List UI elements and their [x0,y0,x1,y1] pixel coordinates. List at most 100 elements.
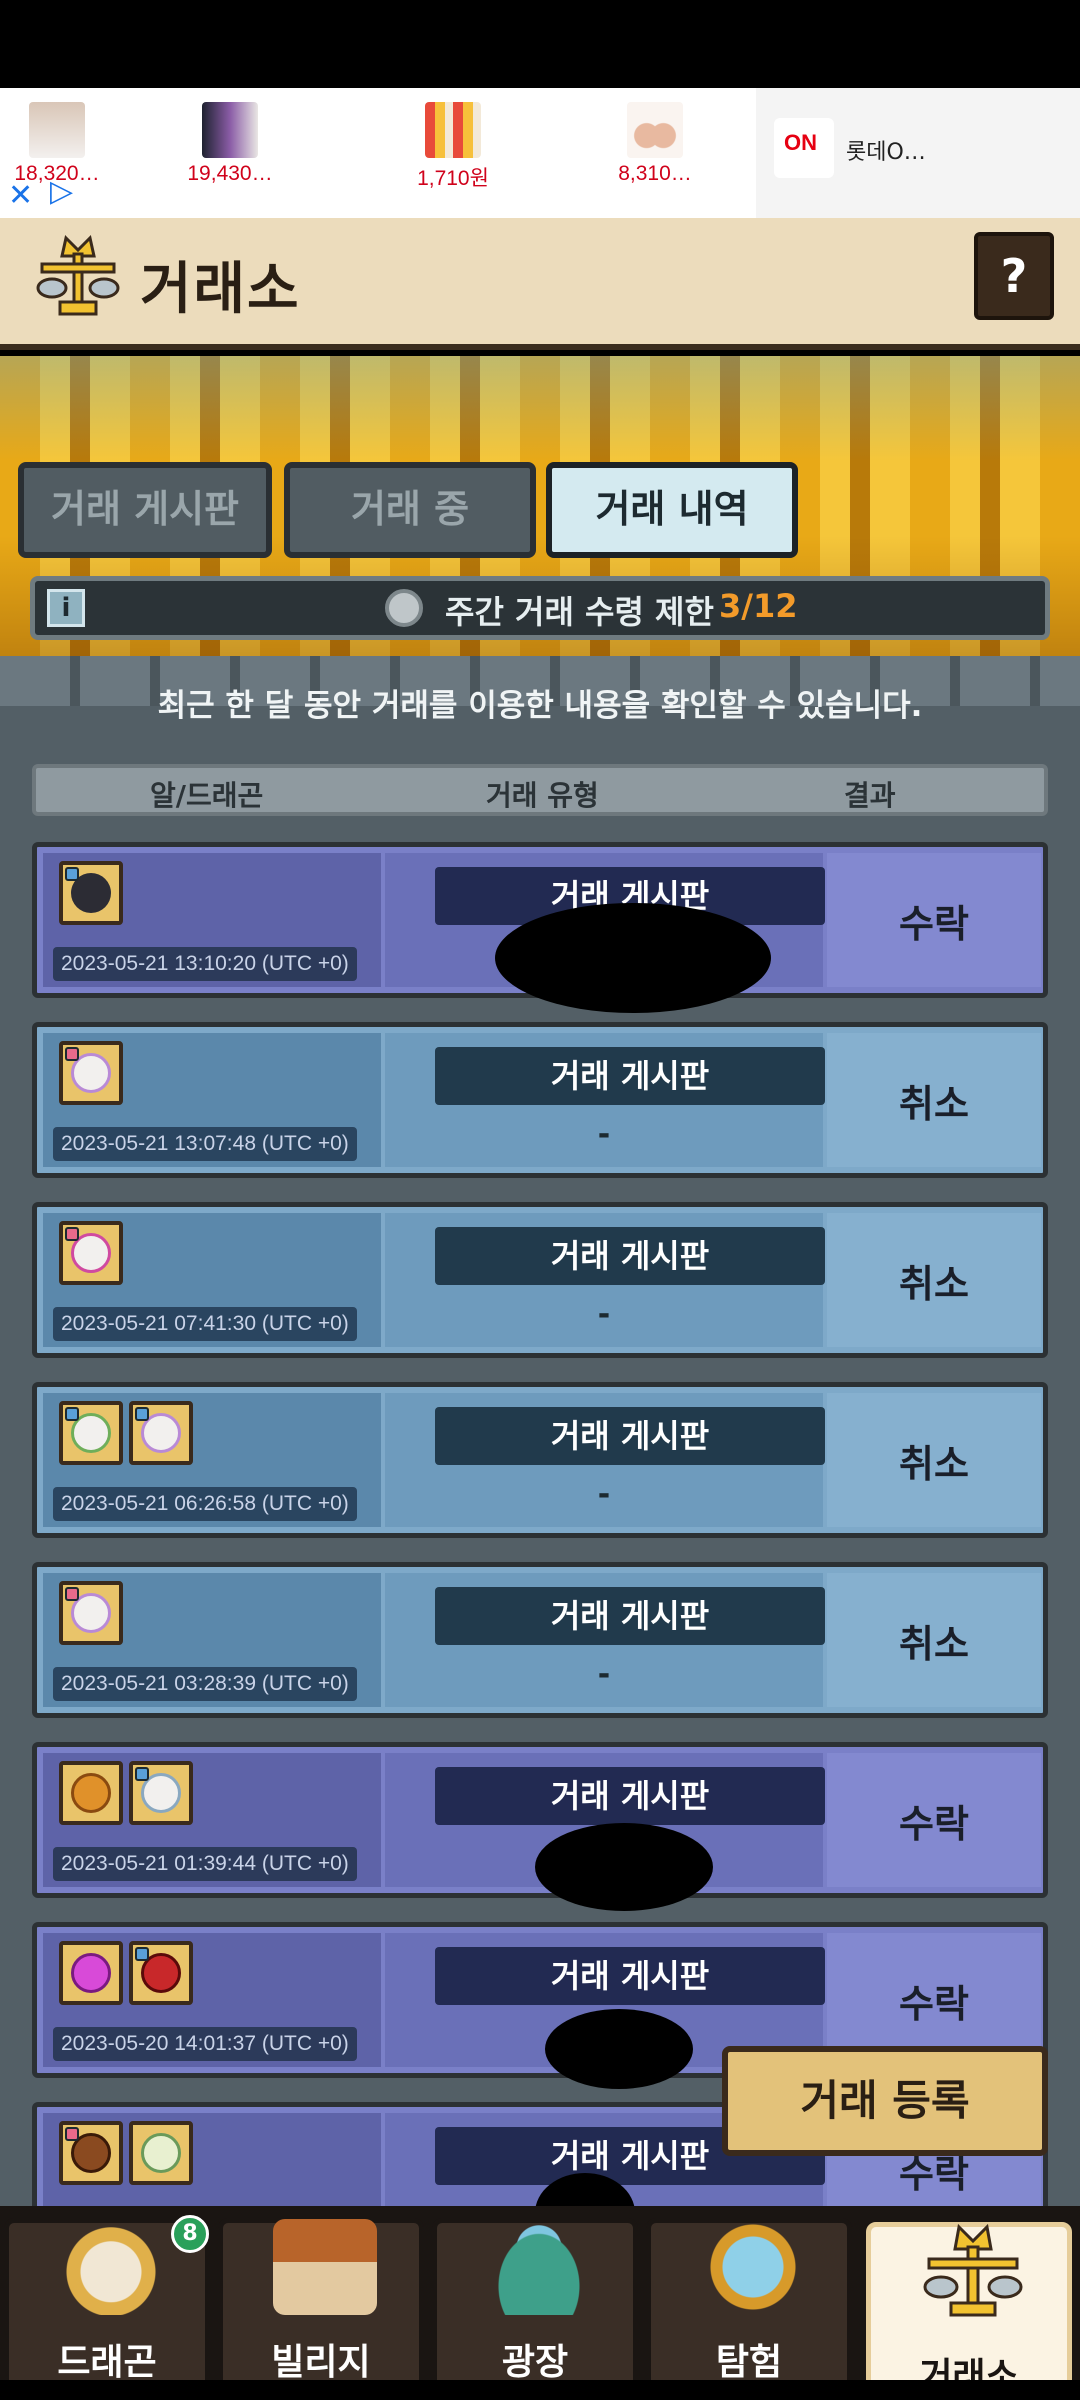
row-type-cell: 거래 게시판 [385,853,825,1013]
trade-detail: - [597,1477,611,1512]
ad-price: 1,710원 [417,167,489,190]
dragon-item-icon[interactable] [129,1941,193,2005]
brand-name: 롯데O… [846,140,926,165]
page-title: 거래소 [140,257,301,322]
nav-exchange[interactable]: 거래소 [866,2222,1072,2400]
row-type-cell: 거래 게시판 - [385,1393,825,1527]
nav-village[interactable]: 빌리지 [218,2218,424,2400]
nav-dragon[interactable]: 8 드래곤 [4,2215,210,2400]
row-items: 2023-05-20 14:01:37 (UTC +0) [43,1933,381,2067]
row-result-cell: 취소 [827,1573,1041,1707]
compass-icon [701,2219,805,2315]
info-icon[interactable]: i [47,589,85,627]
column-result: 결과 [844,779,896,812]
nav-label: 탐험 [715,2342,783,2383]
dragon-item-icon[interactable] [59,1401,123,1465]
table-row[interactable]: 2023-05-21 13:10:20 (UTC +0) 거래 게시판 수락 [32,842,1048,1013]
dragon-item-icon[interactable] [129,1401,193,1465]
trade-detail: - [597,1117,611,1152]
trade-type-badge: 거래 게시판 [435,1767,825,1825]
gear-icon [385,589,423,627]
coin-item-icon[interactable] [59,1761,123,1825]
scales-icon [36,235,120,316]
trade-result: 수락 [899,1982,969,2026]
table-row[interactable]: 2023-05-21 01:39:44 (UTC +0) 거래 게시판 수락 [32,1742,1048,1911]
trade-type-badge: 거래 게시판 [435,1947,825,2005]
tab-trade-board[interactable]: 거래 게시판 [18,462,272,558]
status-bar [0,0,1080,88]
trade-result: 수락 [899,1802,969,1846]
row-items: 2023-05-21 07:41:30 (UTC +0) [43,1213,381,1347]
row-type-cell: 거래 게시판 - [385,1213,825,1347]
redaction [545,2009,693,2089]
tab-trade-history[interactable]: 거래 내역 [546,462,798,558]
village-icon [273,2219,377,2315]
history-description: 최근 한 달 동안 거래를 이용한 내용을 확인할 수 있습니다. [157,688,923,724]
trade-type-badge: 거래 게시판 [435,1587,825,1645]
home-indicator [0,2380,1080,2400]
brand-logo-text: ON [784,130,817,155]
scales-icon [923,2223,1023,2317]
ad-choices-icon[interactable]: ▷ [50,174,73,209]
redaction [495,903,771,1013]
tab-trading[interactable]: 거래 중 [284,462,536,558]
ad-product-image [425,102,481,158]
weekly-limit-label: 주간 거래 수령 제한 [445,593,714,631]
ad-brand-panel[interactable]: ON 롯데O… [756,88,1080,218]
nav-plaza[interactable]: 광장 [432,2218,638,2400]
ad-price: 19,430… [187,162,273,185]
bottom-nav: 8 드래곤 빌리지 광장 탐험 거래소 [0,2206,1080,2400]
row-timestamp: 2023-05-21 13:10:20 (UTC +0) [53,947,357,981]
register-trade-button[interactable]: 거래 등록 [722,2046,1048,2156]
ad-product-3[interactable]: 1,710원 [378,102,528,192]
table-row[interactable]: 2023-05-21 13:07:48 (UTC +0) 거래 게시판 - 취소 [32,1022,1048,1178]
row-items: 2023-05-21 03:28:39 (UTC +0) [43,1573,381,1707]
row-type-cell: 거래 게시판 - [385,1573,825,1707]
row-timestamp: 2023-05-21 07:41:30 (UTC +0) [53,1307,357,1341]
weekly-limit-count: 3/12 [719,587,798,625]
ad-banner[interactable]: 18,320… 19,430… 1,710원 8,310… ✕ ▷ ON 롯데O… [0,88,1080,218]
dragon-item-icon[interactable] [129,1761,193,1825]
row-timestamp: 2023-05-21 01:39:44 (UTC +0) [53,1847,357,1881]
nav-explore[interactable]: 탐험 [646,2218,852,2400]
table-row[interactable]: 2023-05-21 07:41:30 (UTC +0) 거래 게시판 - 취소 [32,1202,1048,1358]
ad-product-image [202,102,258,158]
plaza-icon [487,2219,591,2315]
row-type-cell: 거래 게시판 [385,1753,825,1911]
help-button[interactable]: ? [974,232,1054,320]
ad-product-2[interactable]: 19,430… [155,102,305,186]
table-header: 알/드래곤 거래 유형 결과 [32,764,1048,816]
table-row[interactable]: 2023-05-21 06:26:58 (UTC +0) 거래 게시판 - 취소 [32,1382,1048,1538]
ad-price: 8,310… [618,162,692,185]
row-result-cell: 수락 [827,1753,1041,1887]
weekly-limit-bar: i 주간 거래 수령 제한 3/12 [30,576,1050,640]
trade-type-badge: 거래 게시판 [435,1407,825,1465]
dragon-item-icon[interactable] [59,1041,123,1105]
dragon-item-icon[interactable] [59,1581,123,1645]
brand-logo: ON [774,118,834,178]
dragon-icon [59,2219,163,2315]
egg-item-icon[interactable] [59,1941,123,2005]
row-timestamp: 2023-05-21 06:26:58 (UTC +0) [53,1487,357,1521]
ad-close-icon[interactable]: ✕ [8,178,33,213]
row-result-cell: 취소 [827,1393,1041,1527]
notification-badge: 8 [171,2215,209,2253]
nav-label: 광장 [501,2342,569,2383]
ad-product-4[interactable]: 8,310… [580,102,730,186]
row-type-cell: 거래 게시판 - [385,1033,825,1167]
trade-detail: - [597,1297,611,1332]
dragon-item-icon[interactable] [59,1221,123,1285]
nav-label: 빌리지 [271,2342,371,2383]
trade-type-badge: 거래 게시판 [435,1227,825,1285]
trade-result: 취소 [899,1262,969,1306]
ad-product-image [29,102,85,158]
column-egg-dragon: 알/드래곤 [150,779,264,812]
trade-result: 취소 [899,1442,969,1486]
row-result-cell: 취소 [827,1213,1041,1347]
row-timestamp: 2023-05-21 13:07:48 (UTC +0) [53,1127,357,1161]
egg-item-icon[interactable] [129,2121,193,2185]
dragon-item-icon[interactable] [59,2121,123,2185]
table-row[interactable]: 2023-05-21 03:28:39 (UTC +0) 거래 게시판 - 취소 [32,1562,1048,1718]
row-items: 2023-05-21 13:07:48 (UTC +0) [43,1033,381,1167]
dragon-item-icon[interactable] [59,861,123,925]
